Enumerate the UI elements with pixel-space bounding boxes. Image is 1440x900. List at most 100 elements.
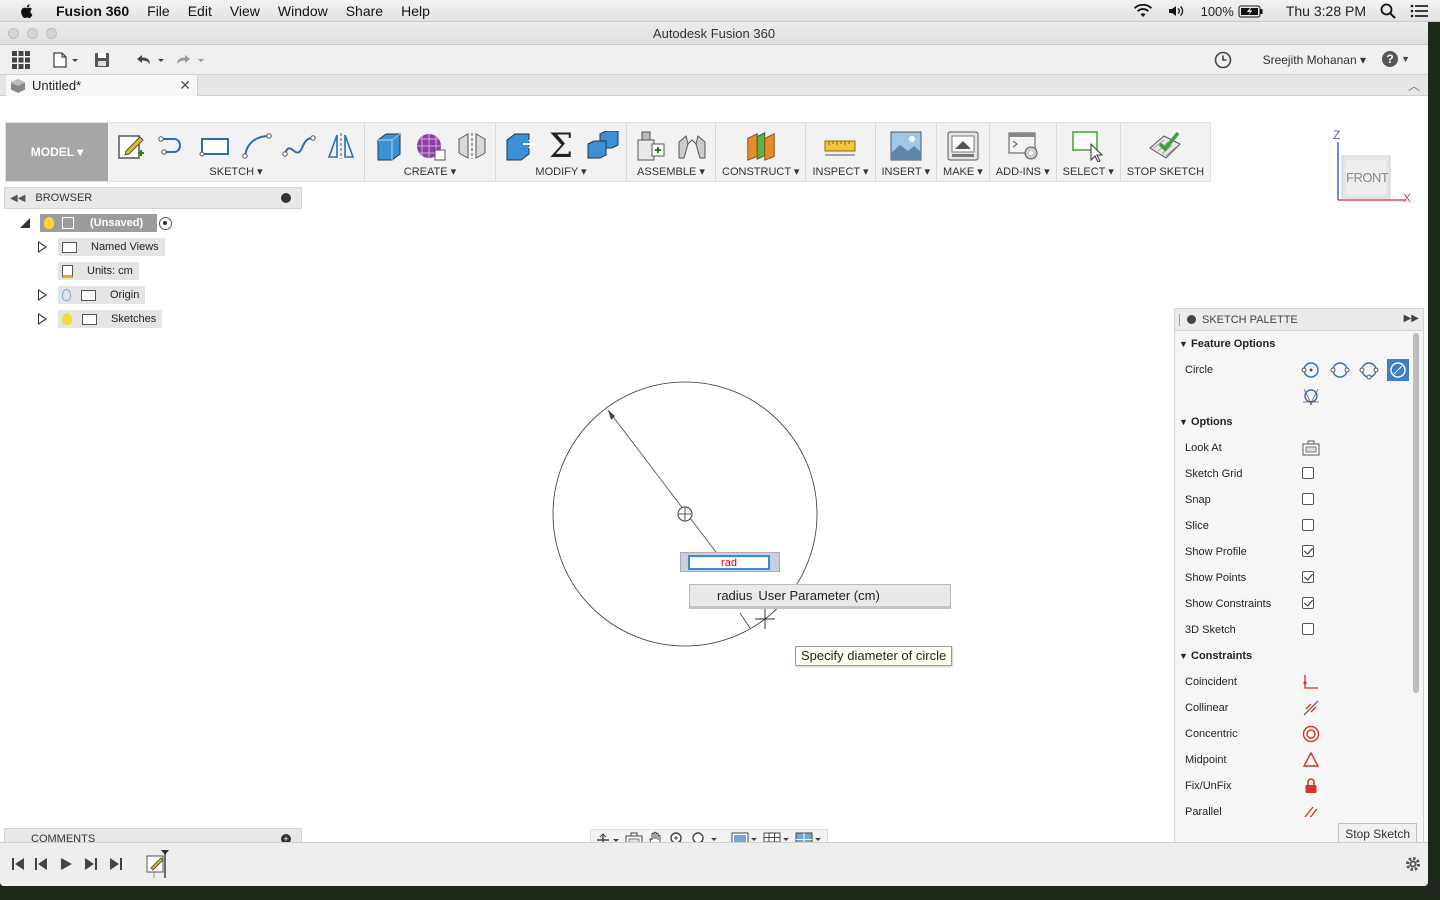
play-icon[interactable] [58, 856, 74, 872]
spline-tool[interactable] [282, 129, 316, 163]
dimension-input[interactable] [688, 555, 770, 570]
new-component-tool[interactable] [633, 129, 667, 163]
sketch-menu[interactable]: SKETCH ▾ [209, 165, 262, 181]
design-canvas[interactable]: MODEL ▾ SKETCH ▾ CREATE ▾ Σ MODIFY ▾ ASS… [0, 118, 1428, 852]
extrude-tool[interactable] [371, 129, 405, 163]
browser-root-node[interactable]: (Unsaved) [20, 214, 173, 232]
units-node[interactable]: Units: cm [58, 262, 139, 280]
file-menu-button[interactable] [52, 49, 80, 71]
coincident-row[interactable]: Coincident [1175, 669, 1413, 695]
scripts-addins-tool[interactable] [1006, 129, 1040, 163]
parallel-row[interactable]: Parallel [1175, 799, 1413, 817]
offset-plane-tool[interactable] [744, 129, 778, 163]
palette-minimize-icon[interactable] [1187, 315, 1196, 324]
job-status-button[interactable] [1214, 51, 1232, 72]
close-tab-icon[interactable]: ✕ [179, 77, 191, 94]
palette-scrollbar[interactable] [1413, 333, 1419, 693]
constraints-section[interactable]: ▼ Constraints [1175, 643, 1413, 669]
lightbulb-icon[interactable] [44, 217, 54, 229]
assemble-menu[interactable]: ASSEMBLE ▾ [637, 165, 705, 181]
menu-file[interactable]: File [147, 3, 170, 19]
mirror-tool[interactable] [324, 129, 358, 163]
spotlight-search-icon[interactable] [1380, 3, 1396, 19]
midpoint-row[interactable]: Midpoint [1175, 747, 1413, 773]
3d-sketch-checkbox[interactable] [1302, 623, 1314, 635]
lock-icon[interactable] [1302, 777, 1320, 795]
3d-print-tool[interactable] [946, 129, 980, 163]
arc-tool[interactable] [240, 129, 274, 163]
select-menu[interactable]: SELECT ▾ [1063, 165, 1114, 181]
expand-triangle-icon[interactable] [38, 241, 47, 253]
joint-tool[interactable] [675, 129, 709, 163]
show-constraints-checkbox[interactable] [1302, 597, 1314, 609]
slice-checkbox[interactable] [1302, 519, 1314, 531]
collinear-row[interactable]: Collinear [1175, 695, 1413, 721]
stop-sketch-tool[interactable] [1148, 129, 1182, 163]
sketch-palette-header[interactable]: SKETCH PALETTE ▶▶ [1175, 309, 1423, 331]
volume-icon[interactable] [1167, 4, 1187, 18]
addins-menu[interactable]: ADD-INS ▾ [996, 165, 1050, 181]
help-menu-button[interactable]: ? ▼ [1382, 51, 1410, 67]
menu-share[interactable]: Share [346, 3, 383, 19]
coincident-icon[interactable] [1302, 673, 1320, 691]
close-window-button[interactable] [8, 28, 19, 39]
modify-menu[interactable]: MODIFY ▾ [535, 165, 586, 181]
menu-window[interactable]: Window [278, 3, 328, 19]
show-profile-checkbox[interactable] [1302, 545, 1314, 557]
redo-button[interactable] [174, 49, 206, 71]
workspace-switcher[interactable]: MODEL ▾ [6, 123, 108, 181]
browser-panel-header[interactable]: ◀◀ BROWSER [4, 187, 302, 209]
combine-tool[interactable] [586, 129, 620, 163]
collapse-triangle-icon[interactable] [20, 218, 30, 228]
construct-menu[interactable]: CONSTRUCT ▾ [722, 165, 799, 181]
tangent-three-line-circle-icon[interactable] [1300, 385, 1322, 407]
insert-image-tool[interactable] [889, 129, 923, 163]
sketch-geometry[interactable] [540, 368, 840, 668]
center-diameter-circle-icon[interactable] [1300, 359, 1322, 381]
insert-menu[interactable]: INSERT ▾ [882, 165, 931, 181]
go-to-end-icon[interactable] [108, 856, 124, 872]
step-back-icon[interactable] [34, 856, 50, 872]
data-panel-button[interactable] [12, 49, 30, 71]
select-tool[interactable] [1071, 129, 1105, 163]
origin-node[interactable]: Origin [38, 286, 146, 304]
save-button[interactable] [94, 49, 110, 71]
snap-checkbox[interactable] [1302, 493, 1314, 505]
zoom-window-button[interactable] [46, 28, 57, 39]
drag-grip-icon[interactable] [1179, 314, 1181, 326]
look-at-icon[interactable] [1302, 440, 1320, 456]
mirror-body-tool[interactable] [455, 129, 489, 163]
inspect-menu[interactable]: INSPECT ▾ [812, 165, 868, 181]
tangent-circle-icon[interactable] [1387, 359, 1409, 381]
sketches-node[interactable]: Sketches [38, 310, 163, 328]
battery-icon[interactable] [1238, 5, 1264, 18]
lightbulb-icon[interactable] [62, 313, 72, 325]
sketch-feature-icon[interactable] [144, 848, 170, 878]
app-menu[interactable]: Fusion 360 [56, 3, 129, 19]
create-sketch-tool[interactable] [114, 129, 148, 163]
collapse-panel-icon[interactable]: ◀◀ [10, 193, 25, 204]
create-menu[interactable]: CREATE ▾ [404, 165, 456, 181]
minimize-window-button[interactable] [27, 28, 38, 39]
concentric-row[interactable]: Concentric [1175, 721, 1413, 747]
parameter-suggestion[interactable]: radius User Parameter (cm) [689, 584, 951, 609]
viewcube-front-face[interactable]: FRONT [1346, 170, 1389, 185]
menubar-clock[interactable]: Thu 3:28 PM [1286, 3, 1366, 19]
expand-triangle-icon[interactable] [38, 313, 47, 325]
activate-radio-icon[interactable] [159, 216, 173, 230]
undo-button[interactable] [134, 49, 166, 71]
go-to-start-icon[interactable] [10, 856, 26, 872]
menu-help[interactable]: Help [401, 3, 430, 19]
expand-triangle-icon[interactable] [38, 289, 47, 301]
rectangle-tool[interactable] [198, 129, 232, 163]
show-points-checkbox[interactable] [1302, 571, 1314, 583]
chevron-up-icon[interactable]: ︿ [1408, 77, 1420, 94]
midpoint-icon[interactable] [1302, 751, 1320, 769]
three-point-circle-icon[interactable] [1358, 359, 1380, 381]
stop-sketch-label[interactable]: STOP SKETCH [1127, 165, 1204, 181]
sketch-grid-checkbox[interactable] [1302, 467, 1314, 479]
named-views-node[interactable]: Named Views [38, 238, 165, 256]
form-tool[interactable] [413, 129, 447, 163]
wifi-icon[interactable] [1133, 4, 1153, 18]
fix-unfix-row[interactable]: Fix/UnFix [1175, 773, 1413, 799]
